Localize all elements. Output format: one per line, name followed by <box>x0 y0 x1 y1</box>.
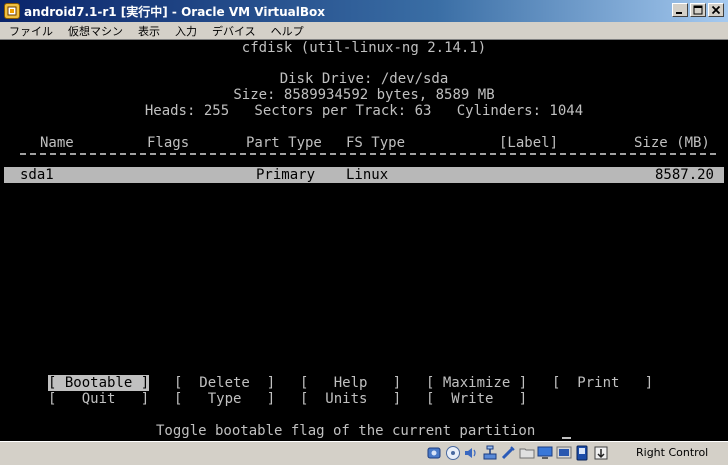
print-command[interactable]: [ Print ] <box>552 375 653 391</box>
disk-drive-line: Disk Drive: /dev/sda <box>279 71 449 87</box>
host-key-label: Right Control <box>636 446 709 459</box>
partition-fs-type: Linux <box>346 167 389 183</box>
menu-input[interactable]: 入力 <box>166 23 203 39</box>
maximize-window-button[interactable] <box>690 3 706 17</box>
type-command[interactable]: [ Type ] <box>174 391 275 407</box>
menu-view[interactable]: 表示 <box>129 23 166 39</box>
partition-name: sda1 <box>20 167 54 183</box>
menu-file[interactable]: ファイル <box>0 23 59 39</box>
disk-geometry-line: Heads: 255 Sectors per Track: 63 Cylinde… <box>144 103 584 119</box>
column-header-name: Name <box>40 135 74 151</box>
network-icon[interactable] <box>482 445 498 461</box>
hard-disk-icon[interactable] <box>426 445 442 461</box>
header-separator <box>20 153 716 155</box>
device-indicators <box>426 445 611 461</box>
units-command[interactable]: [ Units ] <box>300 391 401 407</box>
video-capture-icon[interactable] <box>556 445 572 461</box>
partition-size: 8587.20 <box>654 167 714 183</box>
shared-folder-icon[interactable] <box>519 445 535 461</box>
column-header-fs-type: FS Type <box>346 135 406 151</box>
display-icon[interactable] <box>537 445 553 461</box>
vm-status-bar: Right Control <box>0 441 728 465</box>
command-help-text: Toggle bootable flag of the current part… <box>156 423 536 439</box>
partition-row[interactable]: sda1 Primary Linux 8587.20 <box>4 167 724 183</box>
menu-help[interactable]: ヘルプ <box>262 23 310 39</box>
program-title: cfdisk (util-linux-ng 2.14.1) <box>241 41 487 56</box>
window-controls <box>670 3 724 17</box>
usb-icon[interactable] <box>500 445 516 461</box>
delete-command[interactable]: [ Delete ] <box>174 375 275 391</box>
text-cursor <box>562 437 571 439</box>
minimize-icon <box>676 12 682 14</box>
menu-devices[interactable]: デバイス <box>203 23 262 39</box>
column-header-label: [Label] <box>499 135 559 151</box>
quit-command[interactable]: [ Quit ] <box>48 391 149 407</box>
window-titlebar[interactable]: android7.1-r1 [実行中] - Oracle VM VirtualB… <box>0 0 728 22</box>
virtualization-icon[interactable] <box>574 445 590 461</box>
bootable-command[interactable]: [ Bootable ] <box>48 375 150 391</box>
write-command[interactable]: [ Write ] <box>426 391 527 407</box>
optical-disc-icon[interactable] <box>445 445 461 461</box>
menu-bar: ファイル 仮想マシン 表示 入力 デバイス ヘルプ <box>0 22 728 40</box>
maximize-icon <box>693 5 703 15</box>
window-title: android7.1-r1 [実行中] - Oracle VM VirtualB… <box>24 4 325 19</box>
mouse-integration-icon[interactable] <box>593 445 609 461</box>
help-command[interactable]: [ Help ] <box>300 375 401 391</box>
column-header-size: Size (MB) <box>634 135 710 151</box>
column-header-part-type: Part Type <box>246 135 322 151</box>
vm-console-screen[interactable]: cfdisk (util-linux-ng 2.14.1) Disk Drive… <box>4 41 724 440</box>
minimize-button[interactable] <box>672 3 688 17</box>
close-button[interactable] <box>708 3 724 17</box>
audio-icon[interactable] <box>463 445 479 461</box>
maximize-command[interactable]: [ Maximize ] <box>426 375 527 391</box>
virtualbox-icon[interactable] <box>4 3 20 19</box>
disk-size-line: Size: 8589934592 bytes, 8589 MB <box>233 87 495 103</box>
close-icon <box>711 5 721 15</box>
column-header-flags: Flags <box>147 135 190 151</box>
menu-machine[interactable]: 仮想マシン <box>59 23 129 39</box>
partition-part-type: Primary <box>256 167 316 183</box>
